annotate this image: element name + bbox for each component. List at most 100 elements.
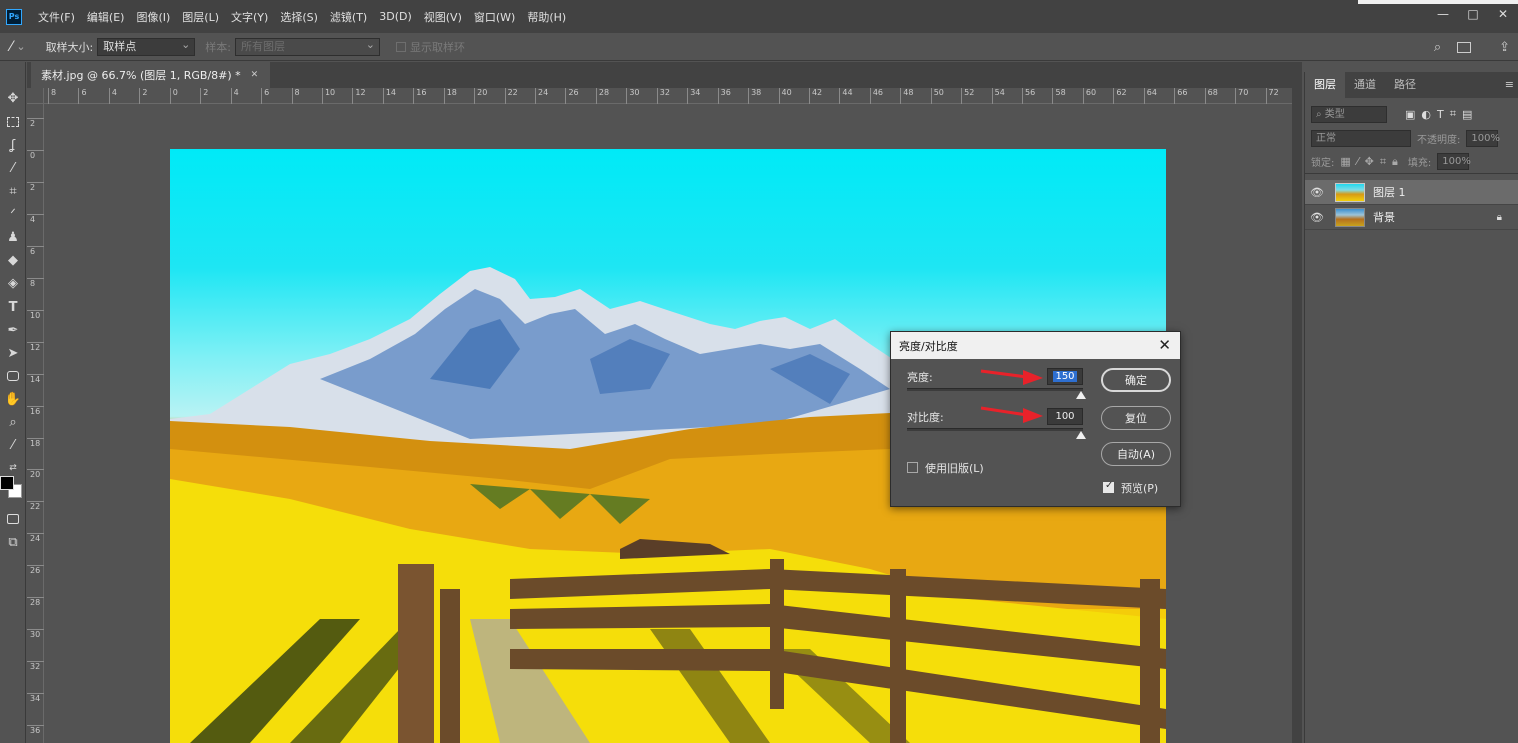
menu-window[interactable]: 窗口(W): [468, 9, 521, 25]
menu-help[interactable]: 帮助(H): [521, 9, 572, 25]
menu-layer[interactable]: 图层(L): [176, 9, 225, 25]
panel-tabs: 图层 通道 路径 ≡: [1305, 72, 1518, 98]
filter-smart-icon[interactable]: ▤: [1462, 108, 1472, 121]
sample-select[interactable]: 所有图层: [235, 37, 380, 56]
path-selection-tool-icon[interactable]: ➤: [3, 343, 23, 363]
menu-select[interactable]: 选择(S): [274, 9, 324, 25]
legacy-checkbox[interactable]: [907, 462, 918, 473]
lasso-tool-icon[interactable]: ʆ: [3, 135, 23, 155]
filter-shape-icon[interactable]: ⌗: [1450, 107, 1456, 121]
blend-mode-select[interactable]: 正常: [1311, 129, 1411, 147]
eyedropper-tool-icon[interactable]: ⁄: [10, 39, 12, 55]
shape-tool-icon[interactable]: [3, 366, 23, 386]
lock-image-icon[interactable]: ⁄: [1357, 155, 1359, 168]
menu-image[interactable]: 图像(I): [130, 9, 176, 25]
tool-preset-dropdown-icon[interactable]: ⌄: [16, 40, 25, 53]
zoom-tool-icon[interactable]: ⌕: [3, 412, 23, 432]
ruler-tick: 12: [352, 88, 366, 104]
ruler-tick: 34: [687, 88, 700, 104]
sample-size-select[interactable]: 取样点: [97, 37, 196, 56]
magic-wand-tool-icon[interactable]: ⁄: [3, 158, 23, 178]
menu-file[interactable]: 文件(F): [32, 9, 81, 25]
auto-button[interactable]: 自动(A): [1101, 442, 1171, 466]
lock-transparent-icon[interactable]: ▦: [1340, 155, 1350, 168]
swap-colors-icon[interactable]: ⇄: [3, 458, 23, 478]
lock-row: 锁定: ▦ ⁄ ✥ ⌗ 🔒︎ 填充: 100%: [1305, 150, 1518, 174]
brightness-slider-handle[interactable]: [1076, 391, 1086, 399]
brightness-input[interactable]: 150: [1047, 368, 1083, 385]
ruler-tick: 6: [261, 88, 269, 104]
ruler-tick: 10: [321, 88, 335, 104]
menu-filter[interactable]: 滤镜(T): [324, 9, 373, 25]
minimize-button[interactable]: —: [1428, 0, 1458, 28]
contrast-slider-handle[interactable]: [1076, 431, 1086, 439]
menu-type[interactable]: 文字(Y): [225, 9, 274, 25]
workspace-icon[interactable]: [1457, 41, 1472, 53]
contrast-slider[interactable]: [907, 428, 1083, 431]
marquee-tool-icon[interactable]: [3, 112, 23, 132]
close-window-button[interactable]: ✕: [1488, 0, 1518, 28]
ruler-tick: 16: [27, 405, 44, 416]
menu-3d[interactable]: 3D(D): [373, 10, 418, 23]
vertical-scrollbar[interactable]: [1292, 88, 1302, 743]
crop-tool-icon[interactable]: ⌗: [3, 181, 23, 201]
layer-row-layer1[interactable]: 👁︎ 图层 1: [1305, 180, 1518, 205]
filter-type-icon[interactable]: T: [1437, 108, 1444, 121]
preview-checkbox[interactable]: [1103, 480, 1114, 493]
hand-tool-icon[interactable]: ✋: [3, 389, 23, 409]
menu-view[interactable]: 视图(V): [418, 9, 468, 25]
stamp-tool-icon[interactable]: ♟: [3, 227, 23, 247]
filter-adjustment-icon[interactable]: ◐: [1421, 108, 1431, 121]
ruler-tick: 72: [1265, 88, 1279, 104]
annotation-arrows: [980, 369, 1043, 423]
foreground-color-swatch[interactable]: [0, 476, 14, 490]
menu-edit[interactable]: 编辑(E): [81, 9, 131, 25]
type-tool-icon[interactable]: T: [3, 297, 23, 317]
reset-button[interactable]: 复位: [1101, 406, 1171, 430]
lock-artboard-icon[interactable]: ⌗: [1380, 155, 1386, 169]
panel-menu-icon[interactable]: ≡: [1505, 72, 1514, 98]
close-document-icon[interactable]: ✕: [251, 70, 259, 80]
ruler-vertical: 2 0 2 4 6 8 10 12 14 16 18 20 22 24 26 28 30 32 34 36: [27, 104, 44, 743]
fill-input[interactable]: 100%: [1437, 153, 1471, 170]
show-ring-checkbox[interactable]: [396, 41, 406, 52]
paint-bucket-tool-icon[interactable]: ◈: [3, 273, 23, 293]
maximize-button[interactable]: □: [1458, 0, 1488, 28]
tab-layers[interactable]: 图层: [1305, 72, 1345, 98]
screen-mode-icon[interactable]: ⧉: [3, 532, 23, 552]
filter-pixel-icon[interactable]: ▣: [1405, 108, 1415, 121]
ruler-tick: 38: [748, 88, 761, 104]
contrast-label: 对比度:: [907, 411, 944, 424]
ruler-horizontal: 8 6 4 2 0 2 4 6 8 10 12 14 16 18 20 22 24 26 28 30 32 34 36 38 4…: [44, 88, 1292, 104]
ruler-tick: 6: [78, 88, 87, 104]
ruler-tick: 24: [535, 88, 548, 104]
quick-mask-icon[interactable]: [3, 509, 23, 529]
layer-row-background[interactable]: 👁︎ 背景 🔒︎: [1305, 205, 1518, 230]
visibility-eye-icon[interactable]: 👁︎: [1305, 186, 1329, 199]
eyedropper-icon[interactable]: ⁄: [3, 435, 23, 455]
layer-filter-input[interactable]: ⌕ 类型: [1311, 105, 1387, 123]
close-icon[interactable]: ✕: [1158, 336, 1171, 354]
search-icon[interactable]: ⌕: [1434, 40, 1441, 55]
opacity-input[interactable]: 100%: [1466, 129, 1500, 147]
pen-tool-icon[interactable]: ✒: [3, 320, 23, 340]
share-icon[interactable]: ⇪: [1499, 40, 1510, 55]
tab-channels[interactable]: 通道: [1345, 72, 1385, 98]
ruler-tick: 8: [48, 88, 56, 104]
brush-tool-icon[interactable]: ᐟ: [3, 204, 23, 224]
move-tool-icon[interactable]: ✥: [3, 88, 23, 108]
tab-paths[interactable]: 路径: [1385, 72, 1425, 98]
ruler-tick: 18: [27, 437, 44, 448]
ok-button[interactable]: 确定: [1101, 368, 1171, 392]
layer-filter-row: ⌕ 类型 ▣ ◐ T ⌗ ▤: [1305, 102, 1518, 126]
contrast-input[interactable]: 100: [1047, 408, 1083, 425]
layer-thumbnail: [1335, 207, 1365, 227]
ruler-tick: 6: [27, 245, 44, 256]
document-tab[interactable]: 素材.jpg @ 66.7% (图层 1, RGB/8#) * ✕: [31, 62, 271, 88]
eraser-tool-icon[interactable]: ◆: [3, 250, 23, 270]
ruler-tick: 62: [1113, 88, 1127, 104]
lock-position-icon[interactable]: ✥: [1365, 155, 1374, 168]
dialog-title-bar: 亮度/对比度 ✕: [891, 332, 1180, 359]
visibility-eye-icon[interactable]: 👁︎: [1305, 211, 1329, 224]
lock-all-icon[interactable]: 🔒︎: [1392, 155, 1398, 169]
